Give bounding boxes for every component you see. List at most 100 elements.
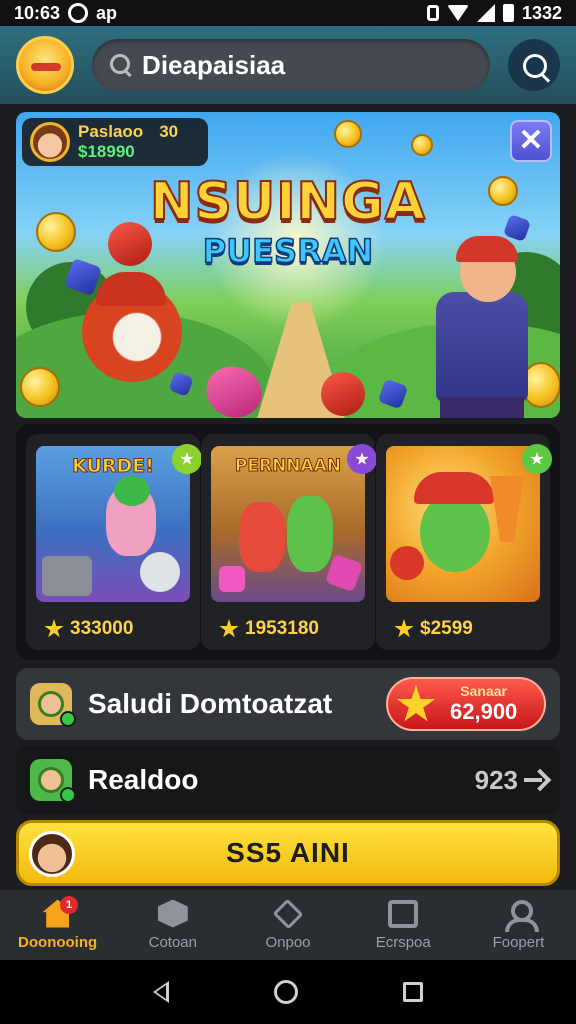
player-balance: $18990 [78,142,135,161]
game-card[interactable]: $2599 [376,434,552,650]
arrow-right-icon [524,769,546,791]
star-icon [44,619,64,638]
box-icon [157,899,188,928]
badge-icon [355,452,369,465]
status-dot [60,787,76,803]
reward-pill-caption: Sanaar [460,683,507,699]
hero-banner[interactable]: NSUINGA PUESRAN Paslaoo 30 $18990 ✕ [16,112,560,418]
status-dot [60,711,76,727]
nav-label: Foopert [492,933,545,951]
play-button-label: SS5 AINI [226,837,350,868]
search-button[interactable] [508,39,560,91]
lock-icon [426,5,439,21]
reward-row[interactable]: Saludi Domtoatzat Sanaar 62,900 [16,668,560,740]
game-badge [172,444,202,474]
game-character [239,502,285,572]
status-time: 10:63 [14,2,61,23]
app-indicator: ap [96,2,118,23]
game-character-hat [414,472,494,504]
app-logo[interactable] [16,36,74,94]
search-icon [523,54,547,78]
nav-label: Doonooing [18,933,98,951]
play-button[interactable]: SS5 AINI [16,820,560,886]
coin-icon [411,134,433,156]
game-badge [347,444,377,474]
player-name: Paslaoo [78,122,144,141]
notification-badge: 1 [60,896,78,914]
player-level: 30 [159,122,179,141]
banner-title: NSUINGA [149,171,426,233]
recents-icon[interactable] [403,982,424,1002]
hero-legs [440,397,524,418]
game-prop [42,556,92,596]
battery-icon [502,4,514,22]
pet-hat [96,272,166,306]
nav-label: Onpoo [265,933,311,951]
game-prop [219,566,245,592]
game-character [420,492,490,572]
app-header [0,26,576,104]
search-icon [110,54,131,76]
hero-character [436,292,528,402]
system-nav-bar [0,960,576,1024]
game-price: 1953180 [219,618,319,640]
nav-label: Cotoan [148,933,197,951]
recent-count[interactable]: 923 [475,765,546,796]
signal-icon [476,4,495,22]
game-title: KURDE! [72,455,155,477]
reward-label: Saludi Domtoatzat [88,688,333,719]
stack-icon [272,898,304,929]
game-price: 333000 [44,618,133,640]
recent-avatar-icon [30,759,76,803]
game-thumbnail [386,446,540,602]
banner-subtitle: PUESRAN [202,231,374,271]
game-title: PERNNAAN [234,456,342,477]
nav-item-onpoo[interactable]: Onpoo [230,890,345,960]
coin-icon [20,367,60,407]
avatar [29,831,75,877]
game-price-value: 333000 [70,618,134,639]
game-prop [140,552,180,592]
close-icon: ✕ [518,124,544,157]
nav-item-ecrspoa[interactable]: Ecrspoa [346,890,461,960]
status-bar: 10:63 ap 1332 [0,0,576,26]
home-circle-icon[interactable] [273,980,298,1004]
search-bar[interactable] [92,39,490,91]
reward-pill-amount: 62,900 [450,699,518,724]
back-icon[interactable] [152,981,169,1003]
game-price: $2599 [394,618,473,640]
game-badge [522,444,552,474]
nav-item-foopert[interactable]: Foopert [461,890,576,960]
nav-label: Ecrspoa [375,933,431,951]
recent-count-value: 923 [474,764,518,795]
recent-row[interactable]: Realdoo 923 [16,745,560,815]
game-thumbnail: KURDE! [36,446,190,602]
calendar-icon [388,899,419,928]
search-input[interactable] [142,49,472,81]
reward-button[interactable]: Sanaar 62,900 [386,677,546,731]
recent-label: Realdoo [88,764,199,795]
badge-icon [530,452,544,465]
coin-icon [334,120,362,148]
player-card[interactable]: Paslaoo 30 $18990 [22,118,208,166]
game-card[interactable]: KURDE! 333000 [26,434,202,650]
game-price-value: 1953180 [245,618,319,639]
nav-item-home[interactable]: 1 Doonooing [0,890,115,960]
reward-avatar-icon [30,683,76,727]
user-icon [503,899,540,932]
star-icon [394,619,414,638]
game-character-hair [114,476,150,506]
star-icon [219,619,239,638]
star-icon [396,685,436,722]
game-prop [324,553,364,593]
game-thumbnail: PERNNAAN [211,446,365,602]
wifi-icon [446,5,469,21]
nav-item-cotoan[interactable]: Cotoan [115,890,230,960]
game-card[interactable]: PERNNAAN 1953180 [201,434,377,650]
close-button[interactable]: ✕ [510,120,552,162]
avatar-face [38,691,64,717]
games-panel: KURDE! 333000 PERNNAAN 1953180 $2599 [16,424,560,660]
game-character [287,496,333,572]
game-price-value: $2599 [420,618,473,639]
avatar-face [38,767,64,793]
